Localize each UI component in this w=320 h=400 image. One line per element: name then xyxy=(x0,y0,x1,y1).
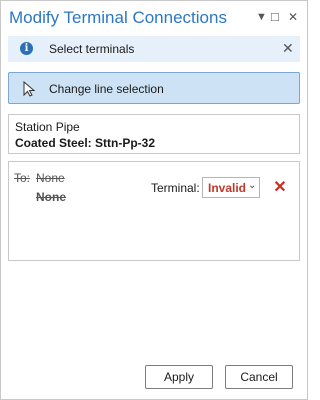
feature-class-name: Station Pipe xyxy=(15,120,80,134)
terminal-selected-value: Invalid xyxy=(208,181,247,195)
to-value-secondary: None xyxy=(36,190,66,204)
change-line-selection-label: Change line selection xyxy=(49,82,164,96)
terminal-connection-row: To: None None Terminal: Invalid ⌄ ✕ xyxy=(8,161,300,261)
to-label: To: xyxy=(14,171,31,185)
dismiss-message-icon[interactable]: ✕ xyxy=(282,40,294,57)
close-button[interactable]: ✕ xyxy=(288,10,298,24)
selected-feature-box: Station Pipe Coated Steel: Sttn-Pp-32 xyxy=(8,114,300,154)
chevron-down-icon: ⌄ xyxy=(248,180,257,191)
feature-asset-name: Coated Steel: Sttn-Pp-32 xyxy=(15,136,156,150)
to-value: None xyxy=(36,171,65,185)
modify-terminal-connections-pane: Modify Terminal Connections ▼ □ ✕ i Sele… xyxy=(0,0,308,400)
info-message-text: Select terminals xyxy=(49,42,135,56)
remove-connection-icon[interactable]: ✕ xyxy=(270,178,290,198)
apply-button[interactable]: Apply xyxy=(145,365,213,389)
info-message-bar: i Select terminals ✕ xyxy=(8,36,300,62)
change-line-selection-button[interactable]: Change line selection xyxy=(8,72,300,104)
info-icon: i xyxy=(20,42,33,55)
terminal-label: Terminal: xyxy=(151,181,200,195)
terminal-dropdown[interactable]: Invalid ⌄ xyxy=(202,177,260,198)
pane-menu-button[interactable]: ▼ xyxy=(256,11,267,23)
cursor-icon xyxy=(23,80,37,100)
title-bar: Modify Terminal Connections ▼ □ ✕ xyxy=(1,1,307,35)
pane-title: Modify Terminal Connections xyxy=(9,8,227,27)
maximize-button[interactable]: □ xyxy=(271,9,279,24)
cancel-button[interactable]: Cancel xyxy=(225,365,293,389)
